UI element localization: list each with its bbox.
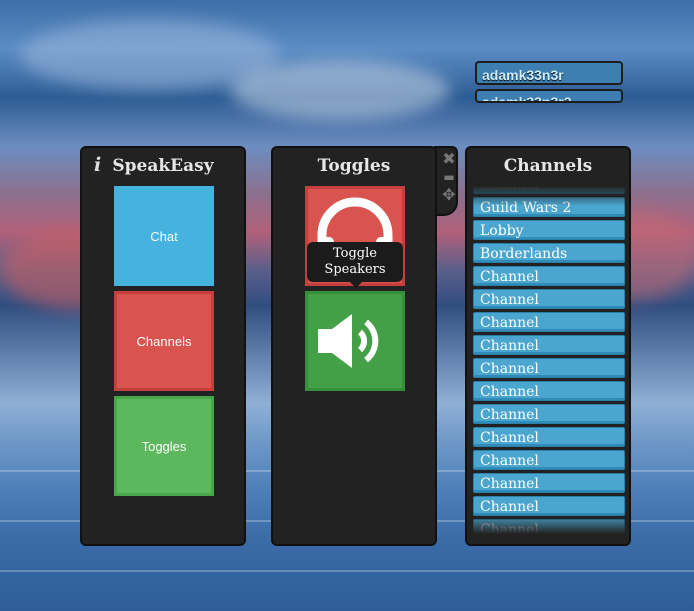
channel-item[interactable]: Channel — [473, 404, 625, 424]
speakers-toggle[interactable] — [305, 291, 405, 391]
channel-item[interactable]: Channel — [473, 289, 625, 309]
channel-item[interactable]: Lobby — [473, 220, 625, 240]
speakeasy-title: SpeakEasy — [112, 156, 214, 176]
channel-list[interactable]: Channel Guild Wars 2 Lobby Borderlands C… — [473, 184, 625, 536]
chat-tile-label: Chat — [150, 228, 178, 244]
channels-title: Channels — [503, 156, 593, 176]
channel-item[interactable]: Borderlands — [473, 243, 625, 263]
channel-item[interactable]: Channel — [473, 358, 625, 378]
toggle-speakers-tooltip: Toggle Speakers — [307, 242, 403, 288]
cloud-decoration — [230, 60, 450, 120]
channel-item[interactable]: Guild Wars 2 — [473, 197, 625, 217]
channel-item[interactable]: Channel — [473, 184, 625, 194]
sea-wave — [0, 570, 694, 572]
speaker-icon — [318, 314, 379, 368]
chat-tile[interactable]: Chat — [114, 186, 214, 286]
close-icon[interactable]: ✖ — [440, 150, 458, 168]
user-tag[interactable]: adamk33n3r2 — [475, 89, 623, 103]
toggles-panel: Toggles Toggle Speakers — [271, 146, 437, 546]
channels-tile-label: Channels — [136, 333, 192, 349]
user-tag[interactable]: adamk33n3r — [475, 61, 623, 85]
channel-item[interactable]: Channel — [473, 312, 625, 332]
toggles-title: Toggles — [317, 156, 391, 176]
channel-item[interactable]: Channel — [473, 381, 625, 401]
channels-tile[interactable]: Channels — [114, 291, 214, 391]
channels-panel: Channels Channel Guild Wars 2 Lobby Bord… — [465, 146, 631, 546]
speakeasy-panel: i SpeakEasy Chat Channels Toggles — [80, 146, 246, 546]
toggles-tile[interactable]: Toggles — [114, 396, 214, 496]
channel-item[interactable]: Channel — [473, 266, 625, 286]
channel-item[interactable]: Channel — [473, 519, 625, 536]
channel-item[interactable]: Channel — [473, 450, 625, 470]
channel-item[interactable]: Channel — [473, 496, 625, 516]
move-icon[interactable]: ✥ — [440, 186, 458, 204]
channel-item[interactable]: Channel — [473, 427, 625, 447]
toggles-tile-label: Toggles — [141, 438, 187, 454]
minimize-icon[interactable]: ▬ — [440, 168, 458, 186]
channel-item[interactable]: Channel — [473, 473, 625, 493]
channel-item[interactable]: Channel — [473, 335, 625, 355]
